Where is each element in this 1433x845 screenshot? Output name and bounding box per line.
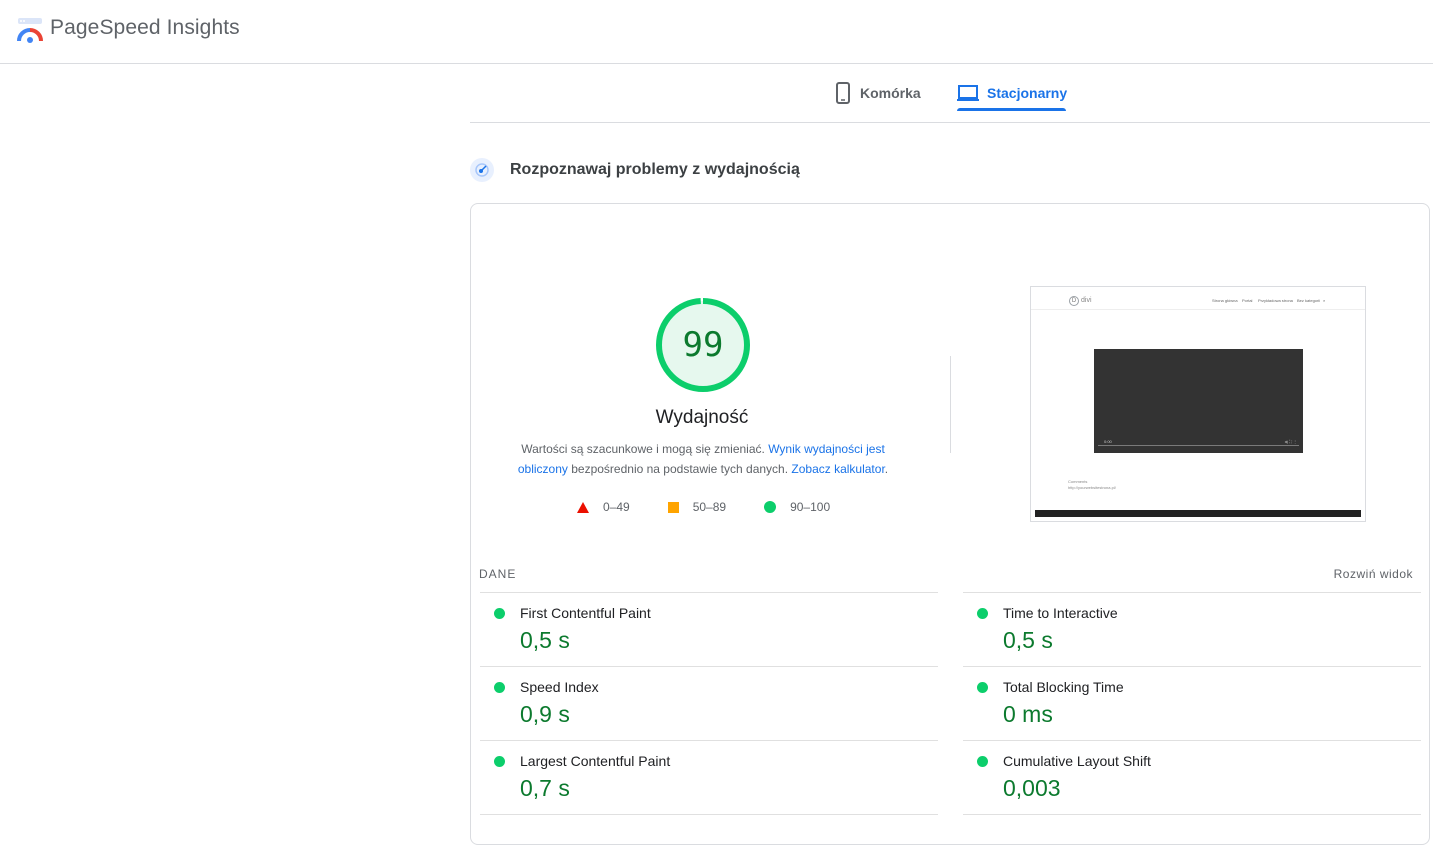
site-logo-text: divi (1081, 297, 1092, 304)
pass-circle-icon (494, 682, 505, 693)
disclaimer-text-2: bezpośrednio na podstawie tych danych. (567, 462, 792, 476)
site-nav-item: Strona główna (1212, 298, 1238, 303)
score-legend: 0–49 50–89 90–100 (577, 500, 830, 514)
app-title[interactable]: PageSpeed Insights (50, 16, 240, 40)
circle-icon (764, 501, 777, 513)
legend-fail: 0–49 (577, 500, 630, 514)
site-search-icon: ⌕ (1323, 298, 1326, 303)
metric-time-to-interactive: Time to Interactive 0,5 s (963, 592, 1421, 666)
metric-name: Largest Contentful Paint (520, 753, 671, 769)
metric-total-blocking-time: Total Blocking Time 0 ms (963, 666, 1421, 740)
performance-gauge[interactable]: 99 (653, 295, 753, 395)
score-disclaimer: Wartości są szacunkowe i mogą się zmieni… (503, 439, 903, 479)
metric-speed-index: Speed Index 0,9 s (480, 666, 938, 740)
site-text-line: http://yourwebsitestrona.pl/ (1068, 485, 1116, 490)
tab-desktop-label: Stacjonarny (987, 84, 1068, 101)
metric-name: Time to Interactive (1003, 605, 1118, 621)
tab-desktop[interactable]: Stacjonarny (957, 74, 1067, 111)
legend-pass: 90–100 (764, 500, 830, 514)
site-text: Comments http://yourwebsitestrona.pl/ (1068, 479, 1116, 491)
site-logo-icon: D (1069, 296, 1079, 306)
square-icon (667, 501, 679, 513)
lab-data-icon (470, 158, 494, 182)
pass-circle-icon (977, 682, 988, 693)
metric-value: 0,7 s (520, 775, 570, 801)
triangle-icon (577, 501, 589, 513)
disclaimer-text-3: . (884, 462, 889, 476)
vertical-divider (950, 356, 951, 453)
pagespeed-logo-icon[interactable] (16, 17, 44, 43)
video-time: 0:00 (1104, 439, 1112, 444)
site-nav-item: Bez kategorii (1297, 298, 1321, 303)
expand-view-toggle[interactable]: Rozwiń widok (1334, 567, 1413, 581)
metric-value: 0,5 s (520, 627, 570, 653)
video-progress-bar (1098, 445, 1299, 446)
smartphone-icon (834, 81, 852, 104)
calculator-link[interactable]: Zobacz kalkulator (791, 462, 884, 476)
site-nav-item: Przykładowa strona (1258, 298, 1293, 303)
metric-name: First Contentful Paint (520, 605, 651, 621)
metric-value: 0,003 (1003, 775, 1061, 801)
metric-largest-contentful-paint: Largest Contentful Paint 0,7 s (480, 740, 938, 814)
site-nav-item: Portal (1242, 298, 1253, 303)
metric-value: 0,5 s (1003, 627, 1053, 653)
site-footer (1035, 510, 1361, 517)
pass-circle-icon (494, 756, 505, 767)
metric-first-contentful-paint: First Contentful Paint 0,5 s (480, 592, 938, 666)
disclaimer-text-1: Wartości są szacunkowe i mogą się zmieni… (521, 442, 769, 456)
performance-label: Wydajność (655, 407, 749, 428)
legend-pass-label: 90–100 (790, 500, 831, 514)
metric-name: Cumulative Layout Shift (1003, 753, 1151, 769)
legend-average: 50–89 (667, 500, 727, 514)
app-header: PageSpeed Insights (0, 0, 1433, 64)
metric-value: 0,9 s (520, 701, 570, 727)
pass-circle-icon (977, 756, 988, 767)
video-controls-icon: ◂) ⛶ ⋮ (1284, 439, 1297, 444)
tab-mobile-label: Komórka (860, 84, 921, 101)
tab-mobile[interactable]: Komórka (834, 74, 921, 111)
metrics-header-label: DANE (479, 567, 517, 581)
metric-cumulative-layout-shift: Cumulative Layout Shift 0,003 (963, 740, 1421, 814)
laptop-icon (957, 84, 979, 102)
final-screenshot: D divi Strona główna Portal Przykładowa … (1030, 286, 1366, 522)
metric-name: Speed Index (520, 679, 599, 695)
metric-name: Total Blocking Time (1003, 679, 1124, 695)
site-video-player: 0:00 ◂) ⛶ ⋮ (1094, 349, 1303, 453)
device-tabs: Komórka Stacjonarny (470, 64, 1430, 123)
legend-average-label: 50–89 (692, 500, 727, 514)
pass-circle-icon (494, 608, 505, 619)
section-title: Rozpoznawaj problemy z wydajnością (510, 161, 800, 178)
pass-circle-icon (977, 608, 988, 619)
performance-card: 99 Wydajność Wartości są szacunkowe i mo… (470, 203, 1430, 845)
diagnose-section-heading: Rozpoznawaj problemy z wydajnością (470, 158, 800, 182)
performance-score: 99 (682, 325, 724, 365)
metric-value: 0 ms (1003, 701, 1053, 727)
active-tab-indicator (957, 108, 1066, 111)
legend-fail-label: 0–49 (603, 500, 630, 514)
site-header-divider (1031, 309, 1365, 310)
